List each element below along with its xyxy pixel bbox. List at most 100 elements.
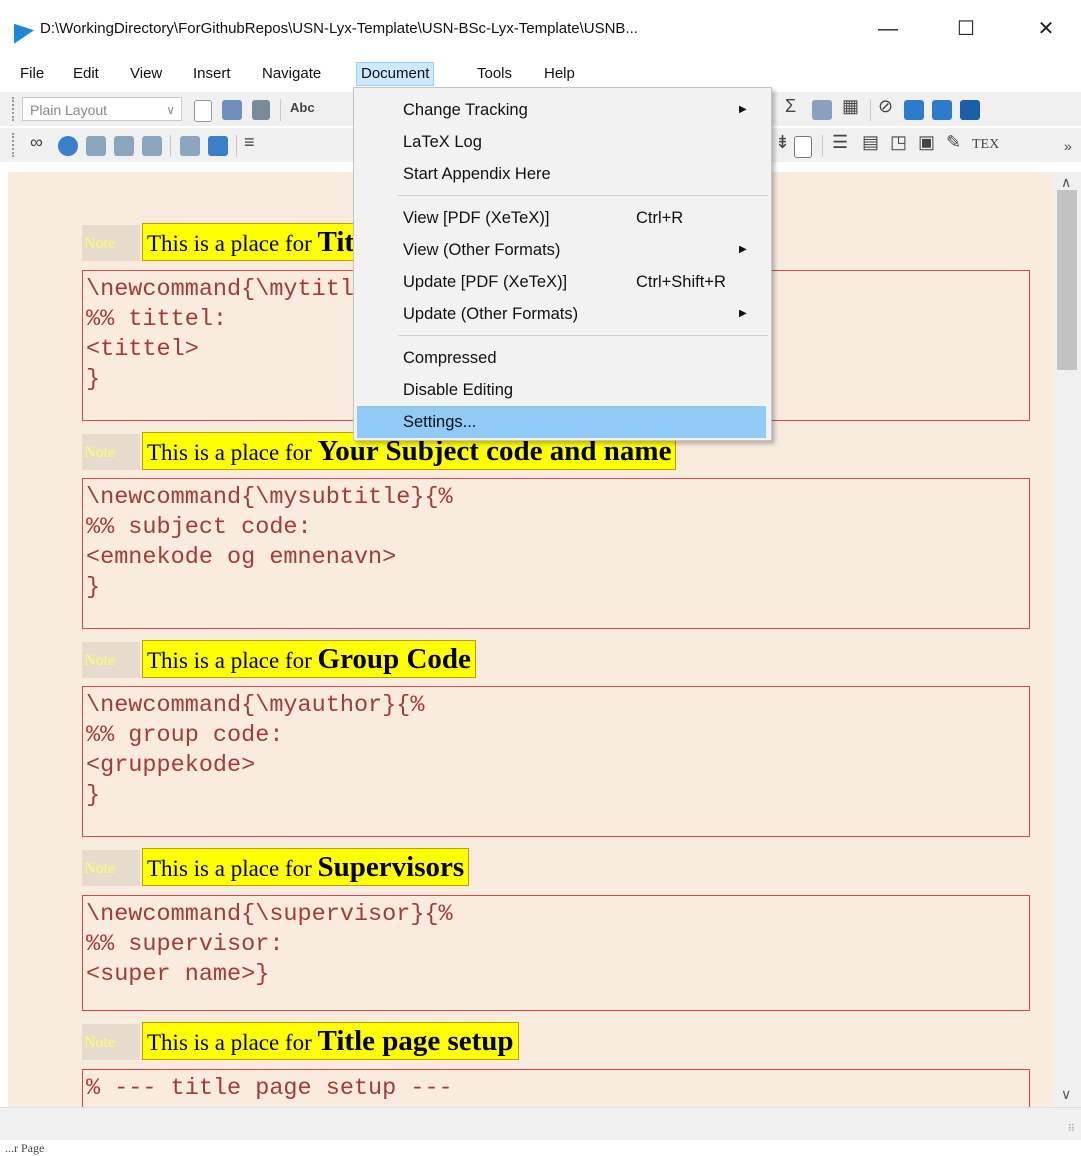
update-master-icon[interactable] xyxy=(208,136,228,156)
spellcheck-icon[interactable]: Abc xyxy=(290,100,315,115)
math-panel-icon[interactable] xyxy=(904,100,924,120)
ert-box[interactable]: % --- title page setup --- xyxy=(82,1069,1030,1107)
scroll-thumb[interactable] xyxy=(1057,190,1077,370)
menu-item-label: Disable Editing xyxy=(403,381,514,399)
toolbar-overflow-button[interactable]: » xyxy=(1064,138,1072,154)
note-label: Note xyxy=(82,434,140,470)
taskbar-strip xyxy=(0,1140,1081,1154)
ert-line: } xyxy=(86,782,101,809)
menu-file[interactable]: File xyxy=(16,62,48,86)
label-icon[interactable] xyxy=(794,136,812,158)
list-icon[interactable]: ≡ xyxy=(244,132,255,153)
refresh-icon[interactable] xyxy=(58,136,78,156)
menu-insert[interactable]: Insert xyxy=(189,62,235,86)
maximize-button[interactable]: ☐ xyxy=(943,14,989,44)
menu-document[interactable]: Document xyxy=(356,62,435,86)
menu-separator xyxy=(398,335,768,336)
close-button[interactable]: ✕ xyxy=(1023,14,1069,44)
menu-item-disable-editing[interactable]: Disable Editing xyxy=(354,374,771,406)
note-text: This is a place for Group Code xyxy=(142,640,476,678)
marginal-note-icon[interactable]: ▣ xyxy=(918,132,935,153)
insert-icon[interactable]: ⇟ xyxy=(775,132,790,153)
ert-line: %% supervisor: xyxy=(86,931,284,958)
menu-item-update-other[interactable]: Update (Other Formats) ▶ xyxy=(354,298,771,330)
note-prefix: This is a place for xyxy=(147,648,312,673)
note-label: Note xyxy=(82,850,140,886)
note-bold: Group Code xyxy=(317,643,471,675)
toolbar-separator xyxy=(870,99,871,121)
note-text: This is a place for Supervisors xyxy=(142,848,470,886)
menu-item-view-other[interactable]: View (Other Formats) ▶ xyxy=(354,234,771,266)
scroll-up-icon[interactable]: ∧ xyxy=(1061,174,1071,191)
ert-line: <super name>} xyxy=(86,961,270,988)
outline-icon[interactable] xyxy=(960,100,980,120)
minimize-button[interactable]: — xyxy=(865,14,911,44)
layout-select[interactable]: Plain Layout ∨ xyxy=(22,97,182,121)
tex-code-icon[interactable]: TEX xyxy=(972,137,999,153)
toolbar-grip[interactable] xyxy=(12,97,16,121)
ert-line: \newcommand{\mysubtitle}{% xyxy=(86,484,453,511)
paragraph-icon[interactable]: ☰ xyxy=(832,132,848,153)
submenu-arrow-icon: ▶ xyxy=(739,244,747,255)
menu-item-label: View [PDF (XeTeX)] xyxy=(403,209,550,227)
menu-item-shortcut: Ctrl+Shift+R xyxy=(636,273,726,291)
menu-item-view-pdf[interactable]: View [PDF (XeTeX)] Ctrl+R xyxy=(354,202,771,234)
menu-item-label: Update (Other Formats) xyxy=(403,305,579,323)
menu-item-update-pdf[interactable]: Update [PDF (XeTeX)] Ctrl+Shift+R xyxy=(354,266,771,298)
table-icon[interactable]: ▦ xyxy=(842,96,859,117)
menu-item-compressed[interactable]: Compressed xyxy=(354,342,771,374)
ert-box[interactable]: \newcommand{\mysubtitle}{% %% subject co… xyxy=(82,478,1030,629)
open-folder-icon[interactable] xyxy=(222,100,242,120)
ert-line: %% subject code: xyxy=(86,514,312,541)
math-icon[interactable] xyxy=(812,100,832,120)
view-master-icon[interactable] xyxy=(180,136,200,156)
ert-line: % --- title page setup --- xyxy=(86,1075,453,1102)
title-bar: D:\WorkingDirectory\ForGithubRepos\USN-L… xyxy=(0,0,1081,60)
footnote-icon[interactable]: ◳ xyxy=(890,132,907,153)
menu-item-change-tracking[interactable]: Change Tracking ▶ xyxy=(354,94,771,126)
ert-box[interactable]: \newcommand{\myauthor}{% %% group code: … xyxy=(82,686,1030,837)
toolbar-separator xyxy=(280,99,281,121)
menu-item-label: Update [PDF (XeTeX)] xyxy=(403,273,568,291)
vertical-scrollbar[interactable]: ∧ ∨ xyxy=(1053,172,1081,1107)
note-icon[interactable]: ▤ xyxy=(862,132,879,153)
menu-item-label: Start Appendix Here xyxy=(403,165,551,183)
export-icon[interactable] xyxy=(142,136,162,156)
menu-item-start-appendix[interactable]: Start Appendix Here xyxy=(354,158,771,190)
menu-view[interactable]: View xyxy=(126,62,166,86)
view-icon[interactable] xyxy=(86,136,106,156)
resize-grip-icon[interactable]: ⠿ xyxy=(1068,1124,1075,1135)
menu-item-label: Change Tracking xyxy=(403,101,528,119)
status-bar: ⠿ xyxy=(0,1107,1081,1141)
hyperlink-icon[interactable]: ✎ xyxy=(946,132,961,153)
note-label: Note xyxy=(82,1024,140,1060)
menu-tools[interactable]: Tools xyxy=(473,62,516,86)
menu-help[interactable]: Help xyxy=(540,62,579,86)
menu-item-label: LaTeX Log xyxy=(403,133,482,151)
matrix-icon[interactable] xyxy=(932,100,952,120)
lyx-app-icon xyxy=(14,20,34,44)
submenu-arrow-icon: ▶ xyxy=(739,308,747,319)
menu-item-settings[interactable]: Settings... xyxy=(357,406,766,438)
ert-line: \newcommand{\myauthor}{% xyxy=(86,692,425,719)
ert-icon[interactable]: Σ xyxy=(785,96,796,117)
update-icon[interactable] xyxy=(114,136,134,156)
infinity-icon[interactable]: ∞ xyxy=(30,132,43,153)
menu-edit[interactable]: Edit xyxy=(69,62,103,86)
note-text: This is a place for Title xyxy=(142,223,380,261)
note-prefix: This is a place for xyxy=(147,440,312,465)
save-icon[interactable] xyxy=(252,100,270,120)
new-document-icon[interactable] xyxy=(194,100,212,122)
menu-navigate[interactable]: Navigate xyxy=(258,62,325,86)
view-pdf-icon[interactable]: ⊘ xyxy=(878,96,893,117)
toolbar-separator xyxy=(236,135,237,157)
note-text: This is a place for Title page setup xyxy=(142,1022,519,1060)
submenu-arrow-icon: ▶ xyxy=(739,104,747,115)
menu-bar: File Edit View Insert Navigate Document … xyxy=(0,60,1081,87)
menu-item-latex-log[interactable]: LaTeX Log xyxy=(354,126,771,158)
toolbar-grip[interactable] xyxy=(12,133,16,157)
scroll-down-icon[interactable]: ∨ xyxy=(1061,1086,1071,1103)
ert-line: \newcommand{\supervisor}{% xyxy=(86,901,453,928)
ert-box[interactable]: \newcommand{\supervisor}{% %% supervisor… xyxy=(82,895,1030,1011)
note-prefix: This is a place for xyxy=(147,231,312,256)
